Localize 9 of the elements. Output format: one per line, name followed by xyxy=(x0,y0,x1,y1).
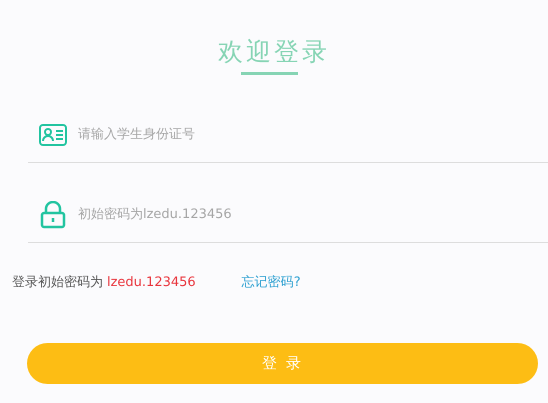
default-password: lzedu.123456 xyxy=(107,274,196,292)
lock-icon xyxy=(40,200,66,228)
forgot-password-link[interactable]: 忘记密码? xyxy=(242,273,301,292)
input-field[interactable]: 初始密码为lzedu.123456 xyxy=(78,204,548,224)
password-hint: 登录初始密码为 xyxy=(12,274,103,292)
page-title: 欢迎登录 xyxy=(218,36,330,68)
login-button[interactable]: 登 录 xyxy=(27,342,538,384)
id-card-icon xyxy=(39,124,67,146)
input-field[interactable]: 请输入学生身份证号 xyxy=(78,124,548,144)
